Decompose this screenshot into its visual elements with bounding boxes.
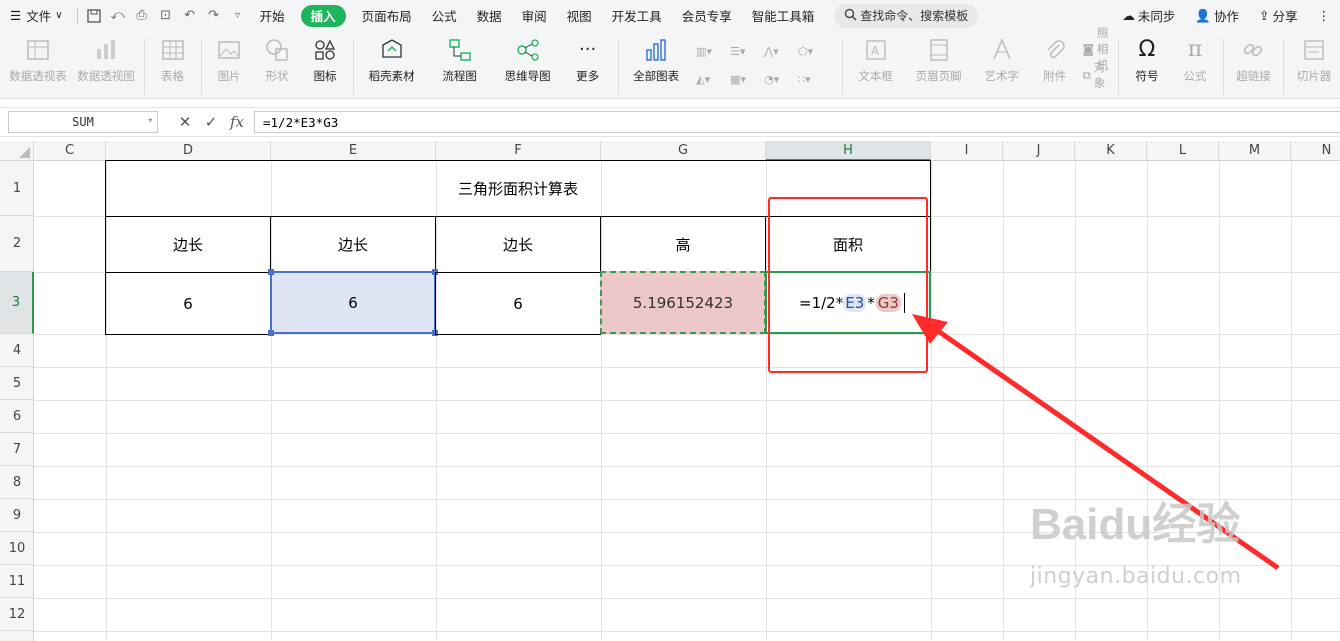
watermark-logo: Baidu经验 [1030, 500, 1270, 550]
watermark-url: jingyan.baidu.com [1030, 564, 1242, 589]
watermark-brand: Baidu经验 [1030, 500, 1241, 549]
watermark: Baidu经验 jingyan.baidu.com [1030, 500, 1270, 610]
